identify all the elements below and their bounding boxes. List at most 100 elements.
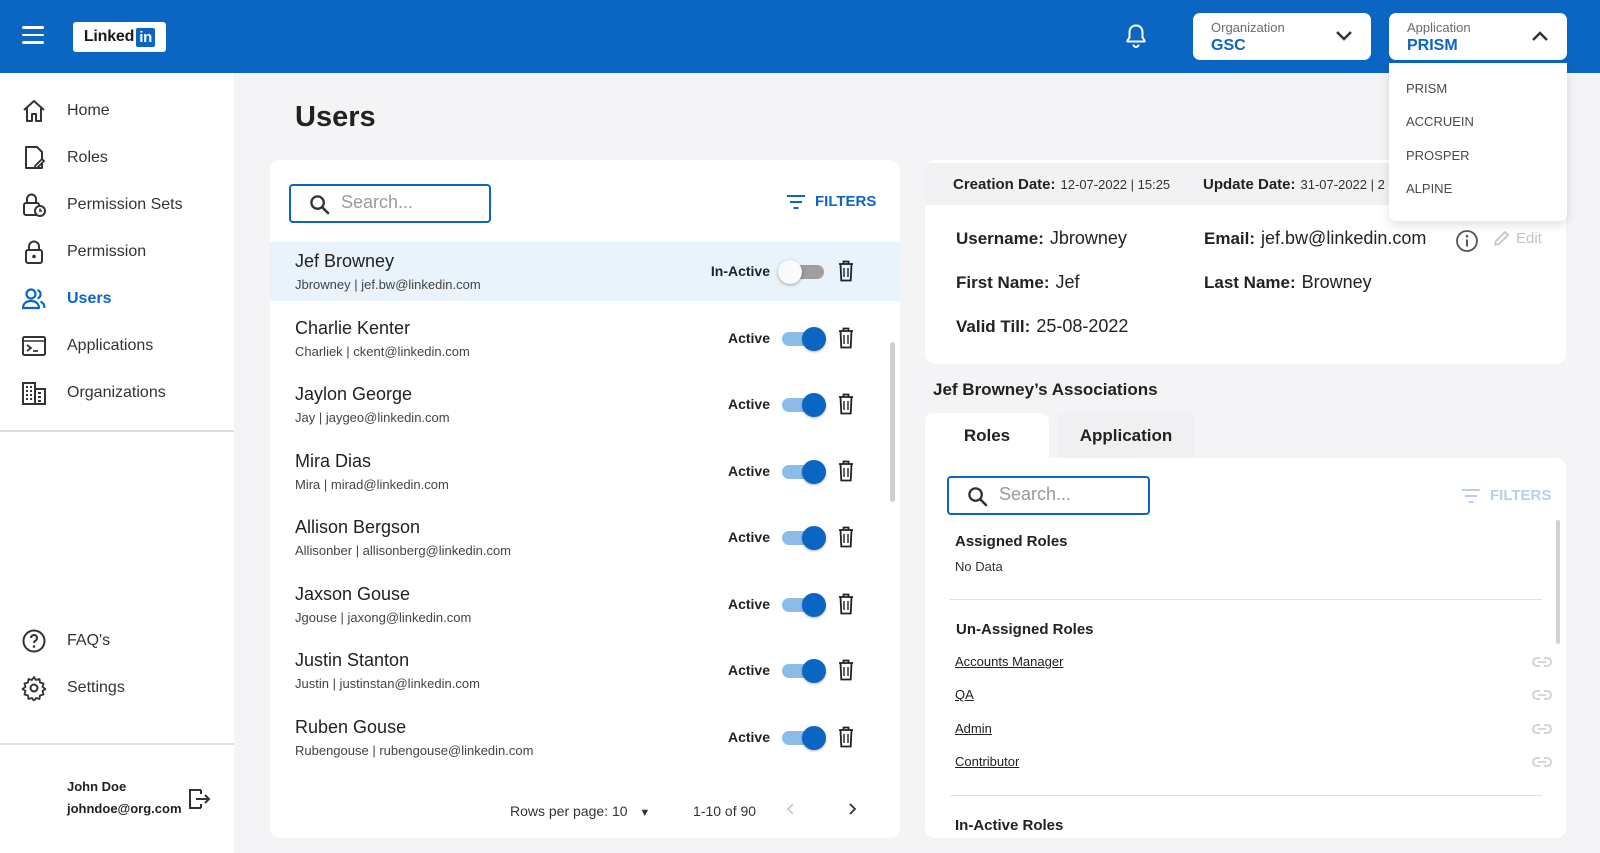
application-label: Application <box>1407 20 1471 35</box>
chevron-up-icon <box>1532 31 1548 41</box>
chevron-right-icon[interactable] <box>844 801 860 817</box>
current-user-email: johndoe@org.com <box>67 801 182 816</box>
sidebar-item-label: Settings <box>67 679 125 696</box>
toggle-knob <box>778 260 802 284</box>
organization-select[interactable]: Organization GSC <box>1193 13 1371 60</box>
link-icon[interactable] <box>1532 655 1552 669</box>
trash-icon[interactable] <box>838 460 854 482</box>
application-option-prosper[interactable]: PROSPER <box>1389 139 1567 172</box>
status-label: Active <box>727 462 770 479</box>
status-toggle[interactable] <box>780 659 826 683</box>
table-row[interactable]: Ruben Gouse Rubengouse | rubengouse@linke… <box>270 708 900 767</box>
trash-icon[interactable] <box>838 526 854 548</box>
inactive-roles-title: In-Active Roles <box>955 817 1064 834</box>
trash-icon[interactable] <box>838 393 854 415</box>
chevron-down-icon <box>1336 31 1352 41</box>
application-select[interactable]: Application PRISM <box>1389 13 1567 60</box>
user-name: Jaylon George <box>295 384 413 404</box>
trash-icon[interactable] <box>838 593 854 615</box>
chevron-left-icon[interactable] <box>783 801 799 817</box>
rows-per-page-select[interactable]: Rows per page: 10 ▼ <box>510 803 650 819</box>
email-field: Email: jef.bw@linkedin.com <box>1204 228 1426 249</box>
application-option-alpine[interactable]: ALPINE <box>1389 172 1567 205</box>
status-label: Active <box>727 396 770 412</box>
user-name: Mira Dias <box>295 450 372 471</box>
roles-scrollbar[interactable] <box>1556 520 1560 644</box>
sidebar-item-home[interactable]: Home <box>0 91 234 131</box>
info-icon[interactable] <box>1455 229 1479 253</box>
menu-icon[interactable] <box>22 26 44 44</box>
unassigned-role-link[interactable]: Accounts Manager <box>955 654 1063 669</box>
status-toggle[interactable] <box>780 725 826 750</box>
user-name: Allison Bergson <box>295 517 421 537</box>
application-option-prism[interactable]: PRISM <box>1389 72 1567 105</box>
sidebar-item-label: FAQ's <box>67 632 111 649</box>
sidebar-item-applications[interactable]: Applications <box>0 326 234 366</box>
users-scrollbar[interactable] <box>890 342 895 502</box>
user-subtitle: Allisonber | allisonberg@linkedin.com <box>295 543 512 558</box>
table-row[interactable]: Mira Dias Mira | mirad@linkedin.com Active <box>270 442 900 501</box>
unassigned-role-link[interactable]: Contributor <box>955 754 1019 769</box>
bell-icon[interactable] <box>1124 23 1148 49</box>
table-row[interactable]: Allison Bergson Allisonber | allisonberg@… <box>270 508 900 567</box>
status-toggle[interactable] <box>778 260 824 284</box>
application-option-accruein[interactable]: ACCRUEIN <box>1389 105 1567 138</box>
trash-icon[interactable] <box>838 659 854 681</box>
table-row[interactable]: Charlie Kenter Charliek | ckent@linkedin.… <box>270 309 900 368</box>
status-label: In-Active <box>710 263 770 279</box>
search-icon <box>968 487 988 507</box>
unassigned-role-link[interactable]: QA <box>955 687 974 702</box>
status-toggle[interactable] <box>780 592 826 617</box>
status-toggle[interactable] <box>780 393 826 417</box>
assigned-roles-title: Assigned Roles <box>955 533 1068 550</box>
link-icon[interactable] <box>1532 755 1552 769</box>
dates-bar: Creation Date: 12-07-2022 | 15:25 Update … <box>925 163 1390 205</box>
toggle-knob <box>802 393 826 417</box>
last-name-value: Browney <box>1301 272 1372 292</box>
table-row[interactable]: Jaylon George Jay | jaygeo@linkedin.com Ac… <box>270 375 900 434</box>
trash-icon[interactable] <box>838 327 854 349</box>
sidebar-item-label: Users <box>67 290 112 307</box>
sidebar-item-settings[interactable]: Settings <box>0 668 234 708</box>
trash-icon[interactable] <box>838 726 854 748</box>
user-name: Justin Stanton <box>295 650 410 670</box>
status-toggle[interactable] <box>780 326 826 351</box>
user-subtitle: Jay | jaygeo@linkedin.com <box>295 410 450 425</box>
filters-button[interactable]: FILTERS <box>786 193 876 210</box>
sidebar-item-organizations[interactable]: Organizations <box>0 373 234 413</box>
sidebar-item-faqs[interactable]: FAQ's <box>0 621 234 661</box>
status-toggle[interactable] <box>780 459 826 484</box>
status-label: Active <box>727 529 770 545</box>
user-search[interactable] <box>289 184 491 223</box>
roles-panel: FILTERS Assigned Roles No Data Un-Assign… <box>925 458 1566 838</box>
table-row[interactable]: Jef Browney Jbrowney | jef.bw@linkedin.co… <box>270 242 900 301</box>
edit-label: Edit <box>1516 230 1542 247</box>
table-row[interactable]: Jaxson Gouse Jgouse | jaxong@linkedin.com… <box>270 575 900 634</box>
table-row[interactable]: Justin Stanton Justin | justinstan@linked… <box>270 641 900 700</box>
sidebar-item-roles[interactable]: Roles <box>0 138 234 178</box>
logout-icon[interactable] <box>187 787 211 811</box>
user-name: Charlie Kenter <box>295 317 411 338</box>
tab-roles[interactable]: Roles <box>925 413 1049 459</box>
sidebar-item-permission-sets[interactable]: Permission Sets <box>0 185 234 225</box>
unassigned-role-link[interactable]: Admin <box>955 721 992 736</box>
toggle-knob <box>802 592 826 617</box>
roles-search-input[interactable] <box>999 484 1119 505</box>
edit-button[interactable]: Edit <box>1493 230 1542 247</box>
sidebar-item-users[interactable]: Users <box>0 279 234 319</box>
valid-till-value: 25-08-2022 <box>1036 316 1129 336</box>
sidebar-item-label: Organizations <box>67 384 166 401</box>
roles-search[interactable] <box>947 476 1150 515</box>
status-toggle[interactable] <box>780 526 826 550</box>
toggle-knob <box>802 459 826 484</box>
link-icon[interactable] <box>1532 688 1552 702</box>
status-label: Active <box>727 329 770 346</box>
user-search-input[interactable] <box>341 192 461 213</box>
sidebar-item-permission[interactable]: Permission <box>0 232 234 272</box>
tab-application[interactable]: Application <box>1057 413 1195 459</box>
link-icon[interactable] <box>1532 722 1552 736</box>
sidebar-item-label: Home <box>67 102 110 119</box>
trash-icon[interactable] <box>838 260 854 282</box>
organization-label: Organization <box>1211 20 1285 35</box>
roles-filters-button[interactable]: FILTERS <box>1461 487 1551 504</box>
